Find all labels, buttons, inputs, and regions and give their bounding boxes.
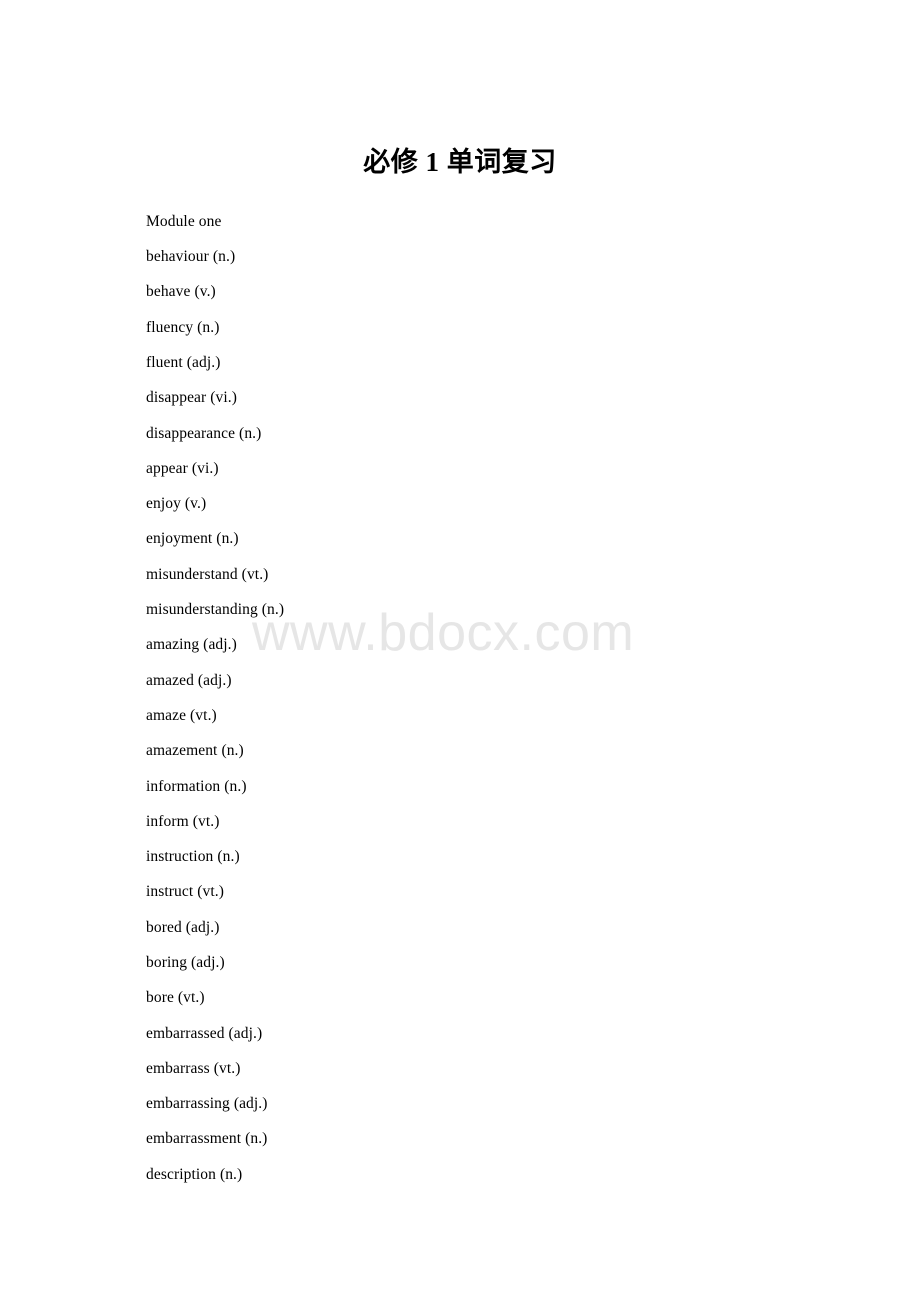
document-body: 必修 1 单词复习 Module one behaviour (n.) beha… bbox=[0, 0, 920, 1192]
list-item: embarrassing (adj.) bbox=[146, 1095, 268, 1113]
document-page: www.bdocx.com 必修 1 单词复习 Module one behav… bbox=[0, 0, 920, 1302]
list-item: misunderstand (vt.) bbox=[146, 565, 269, 583]
list-item: fluent (adj.) bbox=[146, 353, 221, 371]
list-item: Module one bbox=[146, 212, 222, 230]
word-list: Module one behaviour (n.) behave (v.) fl… bbox=[146, 204, 774, 1192]
list-item: fluency (n.) bbox=[146, 318, 220, 336]
list-item: enjoyment (n.) bbox=[146, 530, 239, 548]
list-item: appear (vi.) bbox=[146, 459, 219, 477]
list-item: behaviour (n.) bbox=[146, 248, 236, 266]
list-item: description (n.) bbox=[146, 1165, 243, 1183]
list-item: amazement (n.) bbox=[146, 742, 244, 760]
list-item: information (n.) bbox=[146, 777, 247, 795]
list-item: embarrassment (n.) bbox=[146, 1130, 268, 1148]
list-item: misunderstanding (n.) bbox=[146, 601, 285, 619]
list-item: embarrassed (adj.) bbox=[146, 1024, 263, 1042]
list-item: behave (v.) bbox=[146, 283, 216, 301]
page-title: 必修 1 单词复习 bbox=[363, 147, 557, 177]
list-item: instruct (vt.) bbox=[146, 883, 225, 901]
list-item: amaze (vt.) bbox=[146, 706, 217, 724]
list-item: amazing (adj.) bbox=[146, 636, 237, 654]
list-item: bored (adj.) bbox=[146, 918, 220, 936]
list-item: disappear (vi.) bbox=[146, 389, 238, 407]
list-item: inform (vt.) bbox=[146, 812, 220, 830]
list-item: boring (adj.) bbox=[146, 953, 225, 971]
list-item: embarrass (vt.) bbox=[146, 1059, 241, 1077]
list-item: amazed (adj.) bbox=[146, 671, 232, 689]
list-item: disappearance (n.) bbox=[146, 424, 262, 442]
list-item: instruction (n.) bbox=[146, 848, 240, 866]
list-item: enjoy (v.) bbox=[146, 495, 207, 513]
list-item: bore (vt.) bbox=[146, 989, 205, 1007]
